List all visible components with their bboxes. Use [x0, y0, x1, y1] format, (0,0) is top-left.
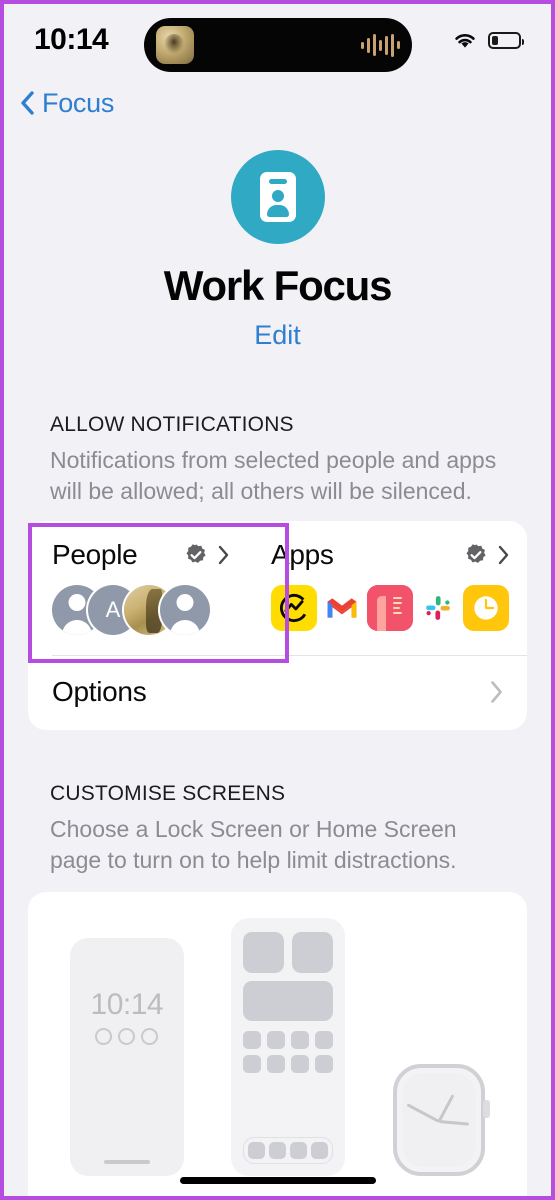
- lock-screen-preview-column: 10:14: [69, 938, 184, 1177]
- home-app-grid: [243, 1031, 334, 1074]
- watch-preview-column: [393, 1064, 491, 1177]
- chevron-right-icon: [490, 680, 503, 704]
- navigation-bar: Focus: [4, 76, 551, 128]
- chevron-right-icon: [498, 545, 509, 565]
- back-button-label: Focus: [42, 87, 115, 118]
- status-bar-indicators: [452, 30, 524, 50]
- apps-cell[interactable]: Apps: [247, 521, 527, 655]
- dynamic-island[interactable]: [143, 18, 412, 72]
- allow-notifications-title: ALLOW NOTIFICATIONS: [50, 413, 294, 436]
- battery-icon: [488, 31, 524, 49]
- status-bar: 10:14: [4, 4, 551, 76]
- customise-screens-description: Choose a Lock Screen or Home Screen page…: [50, 816, 457, 874]
- edit-button[interactable]: Edit: [254, 320, 301, 351]
- home-dock: [243, 1137, 334, 1165]
- lock-screen-preview[interactable]: 10:14: [69, 938, 184, 1177]
- home-widget-row: [243, 932, 334, 974]
- home-indicator[interactable]: [179, 1177, 376, 1184]
- people-avatar-list: A: [52, 585, 229, 636]
- chevron-left-icon: [20, 91, 34, 115]
- allow-notifications-section-header: ALLOW NOTIFICATIONS Notifications from s…: [4, 413, 551, 507]
- chevron-right-icon: [218, 545, 229, 565]
- media-app-icon[interactable]: [155, 26, 194, 64]
- gmail-icon: [319, 585, 365, 632]
- customise-screens-title: CUSTOMISE SCREENS: [50, 782, 286, 806]
- home-indicator-placeholder: [103, 1160, 150, 1165]
- page-title: Work Focus: [163, 262, 393, 309]
- people-cell[interactable]: People A: [28, 521, 247, 655]
- apps-label: Apps: [271, 539, 334, 571]
- focus-header: Work Focus Edit: [4, 128, 551, 351]
- options-label: Options: [52, 676, 147, 708]
- notes-app-icon: [367, 585, 413, 632]
- wifi-icon: [452, 30, 478, 50]
- back-button[interactable]: Focus: [20, 88, 114, 119]
- id-badge-icon: [230, 150, 325, 244]
- apps-icon-list: [271, 585, 509, 632]
- audio-waveform-icon: [360, 33, 400, 57]
- lock-screen-preview-time: 10:14: [90, 988, 164, 1022]
- status-bar-time: 10:14: [34, 23, 109, 56]
- home-screen-preview[interactable]: [231, 918, 346, 1177]
- choose-lock-screen-button[interactable]: Choose: [47, 1194, 200, 1196]
- avatar: [160, 585, 210, 636]
- home-screen-preview-column: [231, 918, 346, 1177]
- verified-check-badge-icon: [184, 543, 208, 567]
- options-row[interactable]: Options: [28, 656, 527, 730]
- lock-screen-widget-placeholders: [95, 1028, 159, 1046]
- slack-icon: [415, 585, 461, 632]
- allow-notifications-description: Notifications from selected people and a…: [50, 447, 497, 505]
- screen-previews: 10:14: [46, 918, 509, 1177]
- iphone-screen: 10:14 Focus Work Focus Edit ALLOW NOTIFI…: [0, 0, 555, 1200]
- home-wide-widget: [243, 981, 334, 1022]
- customise-screens-card: 10:14: [28, 892, 527, 1196]
- choose-watch-face-button[interactable]: Choose: [355, 1194, 508, 1196]
- people-apps-row: People A Apps: [28, 521, 527, 655]
- avatar-initial: A: [105, 597, 121, 623]
- choose-home-screen-button[interactable]: Choose: [201, 1194, 354, 1196]
- customise-screens-section-header: CUSTOMISE SCREENS Choose a Lock Screen o…: [4, 782, 551, 876]
- allow-notifications-card: People A Apps Options: [28, 521, 527, 731]
- apple-watch-icon[interactable]: [393, 1064, 491, 1177]
- choose-buttons-row: Choose Choose Choose: [46, 1194, 509, 1196]
- finance-app-icon: [271, 585, 317, 632]
- people-label: People: [52, 539, 138, 571]
- verified-check-badge-icon: [464, 543, 488, 567]
- clock-app-icon: [463, 585, 509, 632]
